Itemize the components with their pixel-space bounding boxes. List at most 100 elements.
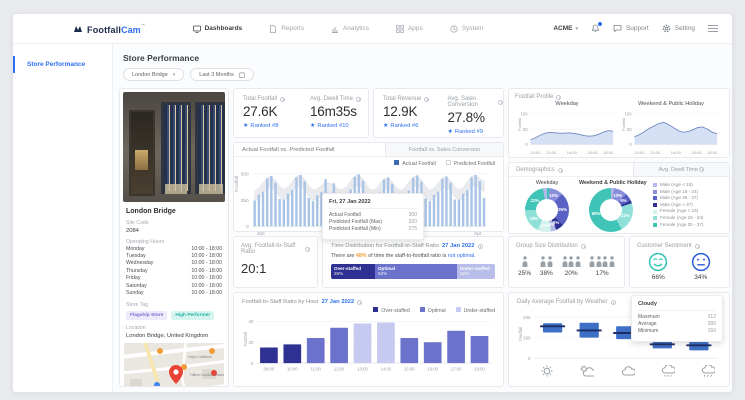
svg-text:0: 0	[629, 142, 632, 147]
hours-row: Thursday 10:00 - 18:00	[126, 267, 222, 274]
sidebar-item-store-performance[interactable]: Store Performance	[13, 56, 112, 73]
info-icon[interactable]	[694, 243, 700, 249]
footfallcam-logo[interactable]: FootfallCam™	[73, 20, 145, 38]
svg-text:18:00: 18:00	[707, 150, 718, 155]
store-info-card: London Bridge Site Code 2084 Operating H…	[119, 88, 229, 387]
info-icon[interactable]	[477, 243, 483, 249]
demographics-weekend-donut[interactable]: Weekend & Public Holiday 10% 6% 22% 60%	[579, 180, 647, 232]
content-area: Store Performance London Bridge ▾ Last 3 …	[113, 44, 732, 392]
notifications-button[interactable]	[591, 22, 602, 33]
info-icon[interactable]	[305, 246, 310, 252]
info-icon[interactable]	[280, 96, 286, 102]
info-icon[interactable]	[355, 96, 361, 102]
stack-segment[interactable]: Over-staffed 26%	[331, 264, 375, 279]
svg-text:Footfall: Footfall	[518, 327, 523, 341]
staffing-stacked-bar[interactable]: Over-staffed 26% Optimal 52% Under-staffed 22…	[331, 264, 495, 279]
svg-text:20: 20	[249, 340, 254, 345]
hourly-ratio-card: Footfall-to-Staff Ratio by Hour 27 Jan 20…	[233, 292, 504, 387]
hours-row: Wednesday 10:00 - 18:00	[126, 260, 222, 267]
profile-weekday-chart[interactable]: Weekday 0 50 100 10:00 12:00 14:00 16:00 18:00 Fo…	[515, 101, 619, 157]
tab-footfall-vs-sales-conversion[interactable]: Footfall vs. Sales Conversion	[385, 143, 503, 157]
group-pct: 38%	[539, 270, 553, 277]
svg-text:0: 0	[251, 361, 254, 366]
setting-button[interactable]: Setting	[662, 24, 695, 33]
kpi-value: 16m35s	[310, 104, 357, 119]
group-size-item: 38%	[540, 254, 553, 277]
org-selector[interactable]: ACME ▾	[553, 25, 578, 32]
staff-ratio-card: Avg. Footfall-to-Staff Ratio 20:1	[233, 236, 318, 288]
svg-text:12:00: 12:00	[650, 150, 661, 155]
store-tag-label: Store Tag	[126, 302, 149, 309]
weather-sun-cloud-icon	[579, 365, 595, 378]
stack-segment[interactable]: Optimal 52%	[374, 264, 457, 279]
stack-segment[interactable]: Under-staffed 22%	[456, 264, 495, 279]
nav-item-dashboards[interactable]: Dashboards	[192, 25, 242, 33]
hourly-chart-plot[interactable]: 0 20 40 09:00 10:00 11:00 12:00 13:00 14:00 15:00…	[242, 315, 495, 375]
chat-bubble-icon	[613, 25, 622, 33]
info-icon[interactable]	[498, 99, 503, 105]
profile-weekend-chart[interactable]: Weekend & Public Holiday 0 50 100 10:00 12:00…	[619, 101, 723, 157]
top-navigation: FootfallCam™ Dashboards Reports Analytic…	[13, 14, 732, 44]
footfall-chart-card: Actual Footfall vs. Predicted Footfall F…	[233, 142, 504, 240]
site-code-value: 2084	[126, 227, 139, 234]
main-nav: Dashboards Reports Analytics Apps System	[192, 24, 483, 33]
kpi-value: 27.6K	[243, 104, 278, 119]
time-distribution-title: Time Distribution for Footfall-to-Staff …	[331, 243, 495, 249]
info-icon[interactable]	[424, 96, 430, 102]
info-icon[interactable]	[610, 299, 616, 305]
person-icon	[522, 256, 527, 267]
info-icon[interactable]	[357, 299, 363, 305]
location-map[interactable]: London Bridge Hay's Galleria Guy's Hospi…	[124, 342, 224, 386]
analytics-icon	[331, 26, 338, 33]
info-icon[interactable]	[580, 243, 586, 249]
store-filter-dropdown[interactable]: London Bridge ▾	[123, 68, 185, 81]
dashboards-icon	[192, 25, 201, 33]
legend-item: Male (Age > 37)	[653, 202, 723, 209]
time-distribution-card: Time Distribution for Footfall-to-Staff …	[322, 236, 504, 288]
svg-text:16:00: 16:00	[691, 150, 702, 155]
kpi-avg-dwell-time: Avg. Dwell Time 16m35s ★ Ranked #10	[301, 89, 368, 137]
svg-text:11:00: 11:00	[311, 367, 322, 372]
group-size-item: 20%	[562, 254, 581, 277]
legend-item: Optimal	[419, 307, 446, 314]
nav-item-system[interactable]: System	[450, 24, 483, 33]
app-window: FootfallCam™ Dashboards Reports Analytic…	[12, 13, 733, 393]
group-pct: 17%	[595, 270, 609, 277]
donut-segment-label: 10%	[540, 222, 550, 228]
info-icon[interactable]	[556, 94, 562, 100]
legend-swatch	[653, 189, 657, 194]
nav-item-analytics[interactable]: Analytics	[331, 25, 369, 33]
tooltip-row: Average 280	[638, 321, 716, 328]
legend-item: Male (Age < 15)	[653, 182, 723, 189]
legend-item: Under-staffed	[455, 307, 495, 314]
svg-text:18:00: 18:00	[474, 367, 485, 372]
tab-actual-vs-predicted[interactable]: Actual Footfall vs. Predicted Footfall	[242, 147, 334, 153]
info-icon[interactable]	[557, 167, 563, 173]
nav-item-apps[interactable]: Apps	[396, 24, 423, 33]
sidebar: Store Performance	[13, 44, 113, 392]
date-filter-dropdown[interactable]: Last 3 Months	[190, 68, 254, 81]
svg-text:15:00: 15:00	[404, 367, 415, 372]
svg-text:16:00: 16:00	[587, 150, 598, 155]
legend-swatch	[653, 222, 657, 227]
group-icons	[518, 254, 531, 267]
apps-icon	[396, 24, 404, 33]
weather-storm-icon	[700, 365, 715, 378]
date-highlight: 27 Jan 2022	[441, 243, 475, 249]
group-icons	[540, 254, 553, 267]
support-button[interactable]: Support	[613, 24, 649, 33]
svg-text:14:00: 14:00	[567, 150, 578, 155]
svg-text:250: 250	[241, 198, 249, 204]
star-icon: ★	[310, 123, 316, 129]
svg-text:50: 50	[523, 127, 528, 132]
location-value: London Bridge, United Kingdom	[126, 332, 209, 339]
menu-toggle[interactable]	[708, 24, 718, 33]
tab-avg-dwell-time[interactable]: Avg. Dwell Time	[633, 163, 729, 177]
logo-icon	[74, 25, 82, 32]
footfall-chart-plot[interactable]: Footfall 0250500JanFebMarApr Fri, 27 Jan…	[235, 167, 499, 240]
nav-item-reports[interactable]: Reports	[269, 24, 304, 33]
demographics-weekday-donut[interactable]: Weekday 10% 25% 6% 4% 10% 18% 22%	[515, 180, 579, 232]
svg-text:100: 100	[625, 111, 633, 116]
chart-legend: Actual Footfall Predicted Footfall	[394, 160, 495, 167]
legend-swatch	[419, 307, 425, 312]
